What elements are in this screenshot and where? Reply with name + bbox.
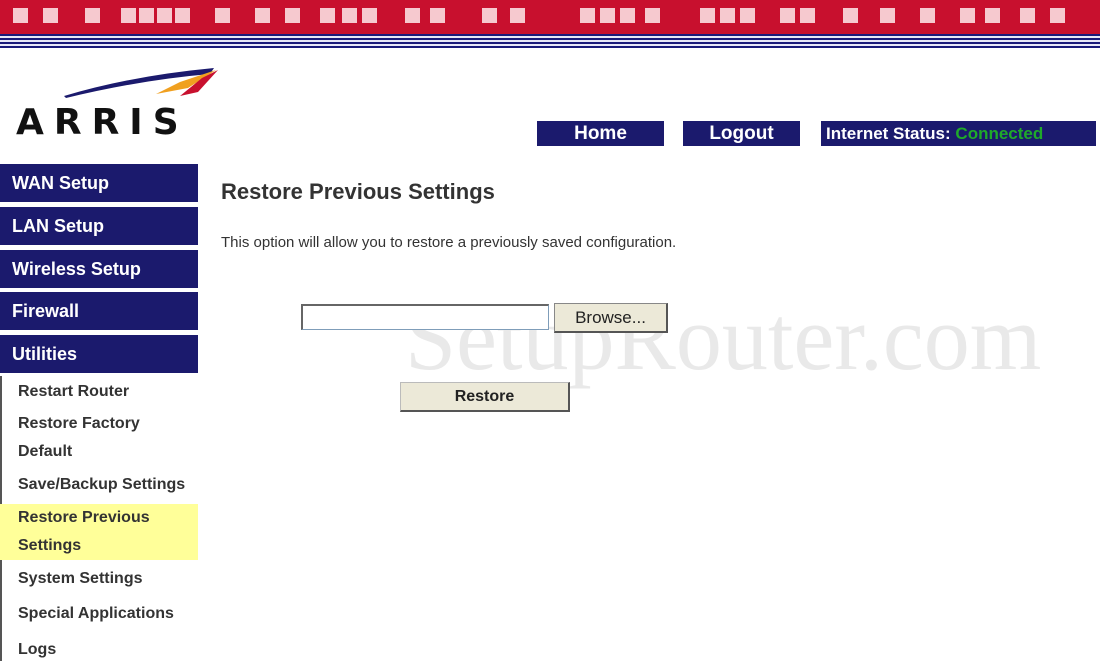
banner-pattern bbox=[843, 8, 858, 23]
internet-status-value: Connected bbox=[955, 124, 1044, 143]
sidebar-subitem-logs[interactable]: Logs bbox=[0, 636, 198, 664]
banner-pattern bbox=[285, 8, 300, 23]
sidebar-subitem-special-applications[interactable]: Special Applications bbox=[0, 600, 198, 628]
sidebar-subitem-label: Settings bbox=[18, 537, 82, 554]
internet-status: Internet Status: Connected bbox=[821, 121, 1096, 146]
banner-pattern bbox=[362, 8, 377, 23]
sidebar-subitem-label: Default bbox=[18, 443, 73, 460]
banner-pattern bbox=[720, 8, 735, 23]
sidebar-subitem-label: Restore Factory bbox=[18, 415, 140, 432]
sidebar-item-lan-setup[interactable]: LAN Setup bbox=[0, 207, 198, 245]
banner-pattern bbox=[215, 8, 230, 23]
sidebar-subitem-restore-previous-settings[interactable]: Restore Previous Settings bbox=[0, 504, 198, 560]
banner-pattern bbox=[1020, 8, 1035, 23]
banner-pattern bbox=[43, 8, 58, 23]
banner-pattern bbox=[175, 8, 190, 23]
page-description: This option will allow you to restore a … bbox=[221, 234, 677, 251]
sidebar-subitem-label: Restore Previous bbox=[18, 509, 150, 526]
banner-pattern bbox=[920, 8, 935, 23]
browse-button[interactable]: Browse... bbox=[554, 303, 668, 333]
sidebar-subitem-label: Save/Backup Settings bbox=[18, 476, 186, 493]
banner-pattern bbox=[157, 8, 172, 23]
banner-pattern bbox=[880, 8, 895, 23]
banner-pattern bbox=[620, 8, 635, 23]
sidebar-item-utilities[interactable]: Utilities bbox=[0, 335, 198, 373]
restore-button[interactable]: Restore bbox=[400, 382, 570, 412]
sidebar-subitem-label: Logs bbox=[18, 641, 57, 658]
arris-logo-text: ARRIS bbox=[16, 102, 189, 143]
sidebar-subitem-save-backup-settings[interactable]: Save/Backup Settings bbox=[0, 471, 198, 499]
banner-pattern bbox=[121, 8, 136, 23]
top-banner bbox=[0, 0, 1100, 34]
sidebar-subitem-label: System Settings bbox=[18, 570, 143, 587]
banner-pattern bbox=[255, 8, 270, 23]
sidebar-item-wan-setup[interactable]: WAN Setup bbox=[0, 164, 198, 202]
sidebar-subitem-label: Special Applications bbox=[18, 605, 174, 622]
banner-pattern bbox=[960, 8, 975, 23]
banner-pattern bbox=[740, 8, 755, 23]
banner-pattern bbox=[580, 8, 595, 23]
sidebar-item-firewall[interactable]: Firewall bbox=[0, 292, 198, 330]
home-button[interactable]: Home bbox=[537, 121, 664, 146]
sidebar-item-wireless-setup[interactable]: Wireless Setup bbox=[0, 250, 198, 288]
banner-pattern bbox=[85, 8, 100, 23]
sidebar-subitem-label: Restart Router bbox=[18, 383, 130, 400]
sidebar-subitem-restart-router[interactable]: Restart Router bbox=[0, 378, 198, 406]
sidebar-subitem-system-settings[interactable]: System Settings bbox=[0, 565, 198, 593]
logout-button[interactable]: Logout bbox=[683, 121, 800, 146]
banner-pattern bbox=[1050, 8, 1065, 23]
banner-pattern bbox=[985, 8, 1000, 23]
banner-pattern bbox=[139, 8, 154, 23]
banner-pattern bbox=[13, 8, 28, 23]
banner-pattern bbox=[430, 8, 445, 23]
banner-stripes bbox=[0, 34, 1100, 48]
banner-pattern bbox=[600, 8, 615, 23]
banner-pattern bbox=[320, 8, 335, 23]
banner-pattern bbox=[800, 8, 815, 23]
banner-pattern bbox=[645, 8, 660, 23]
banner-pattern bbox=[780, 8, 795, 23]
banner-pattern bbox=[700, 8, 715, 23]
internet-status-label: Internet Status: bbox=[826, 124, 951, 143]
banner-pattern bbox=[510, 8, 525, 23]
file-path-input[interactable] bbox=[301, 304, 549, 330]
sidebar-subitem-restore-factory-default[interactable]: Restore Factory Default bbox=[0, 410, 198, 466]
page-title: Restore Previous Settings bbox=[221, 179, 495, 204]
banner-pattern bbox=[405, 8, 420, 23]
arris-logo-mark bbox=[64, 68, 218, 98]
banner-pattern bbox=[482, 8, 497, 23]
banner-pattern bbox=[342, 8, 357, 23]
watermark: SetupRouter.com bbox=[405, 287, 1042, 389]
